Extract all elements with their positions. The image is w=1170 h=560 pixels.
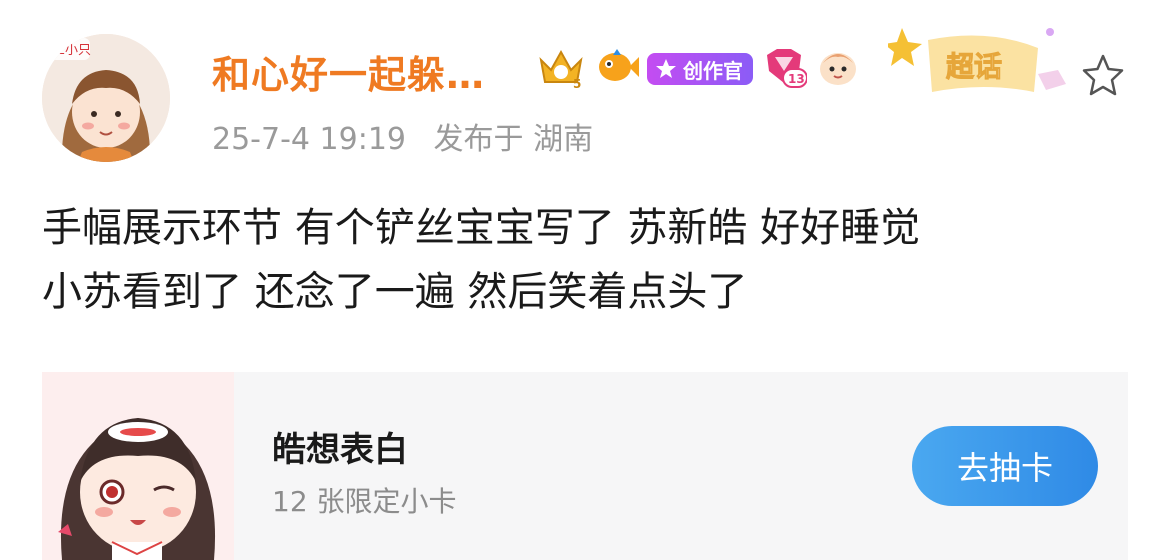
post-timestamp: 25-7-4 19:19 bbox=[212, 122, 406, 157]
svg-text:三小只: 三小只 bbox=[52, 43, 91, 58]
card-title: 皓想表白 bbox=[272, 430, 408, 470]
svg-text:13: 13 bbox=[788, 72, 805, 86]
crown-level-icon[interactable]: 5 bbox=[535, 44, 587, 94]
card-draw-panel[interactable]: 皓想表白 12 张限定小卡 去抽卡 bbox=[42, 372, 1128, 560]
fish-icon[interactable] bbox=[595, 47, 639, 91]
author-name[interactable]: 和心好一起躲… bbox=[212, 44, 485, 99]
post-content: 手幅展示环节 有个铲丝宝宝写了 苏新皓 好好睡觉 小苏看到了 还念了一遍 然后笑… bbox=[42, 196, 1132, 324]
card-subtitle: 12 张限定小卡 bbox=[272, 485, 457, 518]
svg-text:超话: 超话 bbox=[946, 50, 1002, 83]
creator-badge-label: 创作官 bbox=[683, 58, 743, 83]
card-thumbnail[interactable] bbox=[42, 372, 234, 560]
mascot-icon[interactable] bbox=[815, 45, 861, 93]
supertopic-icon[interactable]: 超话 bbox=[884, 18, 1070, 100]
draw-card-button[interactable]: 去抽卡 bbox=[912, 426, 1098, 506]
creator-badge-icon[interactable]: 创作官 bbox=[647, 53, 753, 85]
favorite-star-icon[interactable] bbox=[1080, 52, 1126, 98]
post-meta: 25-7-4 19:19 发布于 湖南 bbox=[212, 114, 611, 158]
author-badges: 5 创作官 13 bbox=[535, 46, 861, 92]
svg-text:5: 5 bbox=[573, 77, 581, 90]
fan-level-icon[interactable]: 13 bbox=[761, 45, 808, 93]
weibo-post: 三小只 和心好一起躲… 5 创作官 13 超话 25-7-4 19:19 发布于… bbox=[0, 0, 1170, 560]
content-line: 小苏看到了 还念了一遍 然后笑着点头了 bbox=[42, 269, 748, 315]
post-location: 发布于 湖南 bbox=[433, 122, 594, 157]
content-line: 手幅展示环节 有个铲丝宝宝写了 苏新皓 好好睡觉 bbox=[42, 205, 921, 251]
author-avatar[interactable]: 三小只 bbox=[42, 34, 170, 162]
